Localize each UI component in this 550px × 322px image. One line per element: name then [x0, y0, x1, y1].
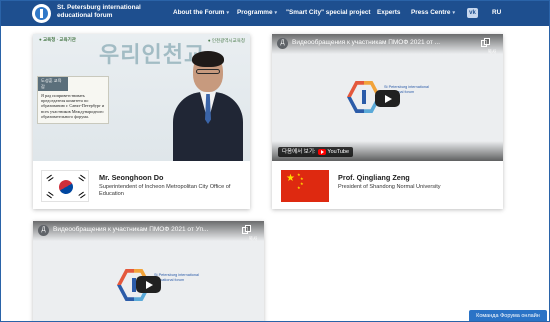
speaker-role: Superintendent of Incheon Metropolitan C… — [99, 184, 231, 198]
youtube-embed[interactable]: Д Видеообращения к участникам ПМОФ 2021 … — [272, 34, 503, 161]
copy-label[interactable]: 복사 — [249, 236, 257, 242]
vk-icon[interactable]: vk — [467, 8, 478, 18]
speaker-card: Д Видеообращения к участникам ПМОФ 2021 … — [33, 221, 264, 321]
speaker-card: ● 교육청 · 교육기관 ● 인천광역시교육청 우리인천교 도성훈 교육감 Я … — [33, 34, 250, 209]
site-header: St. Petersburg international educational… — [1, 1, 549, 26]
page: St. Petersburg international educational… — [0, 0, 550, 322]
china-flag-icon: ★ ★ ★ ★ ★ — [281, 170, 329, 202]
nav-press-centre[interactable]: Press Centre ▾ — [411, 9, 455, 16]
nav-programme[interactable]: Programme ▾ — [237, 9, 277, 16]
copy-label[interactable]: 복사 — [488, 49, 496, 55]
speaker-name: Mr. Seonghoon Do — [99, 173, 164, 182]
language-switch[interactable]: RU — [492, 9, 501, 16]
chevron-down-icon: ▾ — [452, 10, 455, 16]
play-icon[interactable] — [375, 90, 400, 107]
youtube-logo-icon — [318, 148, 327, 155]
speaker-role: President of Shandong Normal University — [338, 184, 441, 190]
chevron-down-icon: ▾ — [226, 10, 229, 16]
speaker-info: ★ ★ ★ ★ ★ Prof. Qingliang Zeng President… — [272, 161, 503, 209]
speaker-info: Mr. Seonghoon Do Superintendent of Inche… — [33, 161, 250, 209]
forum-logo-icon[interactable] — [32, 4, 51, 23]
subtitle-box: 도성훈 교육감 Я рад поприветствовать председат… — [37, 76, 109, 124]
chevron-down-icon: ▾ — [274, 10, 278, 16]
south-korea-flag-icon — [41, 170, 89, 202]
channel-avatar[interactable]: Д — [38, 225, 49, 236]
speaker-figure — [173, 51, 243, 161]
video-title[interactable]: Видеообращения к участникам ПМОФ 2021 от… — [53, 226, 228, 233]
nav-about-the-forum[interactable]: About the Forum ▾ — [173, 9, 229, 16]
speaker-name: Prof. Qingliang Zeng — [338, 173, 410, 182]
site-title[interactable]: St. Petersburg international educational… — [57, 4, 167, 20]
forum-team-online-button[interactable]: Команда Форума онлайн — [469, 310, 547, 321]
watch-on-youtube-button[interactable]: 다음에서 보기: YouTube — [278, 147, 354, 157]
nav-experts[interactable]: Experts — [377, 9, 400, 16]
youtube-embed[interactable]: Д Видеообращения к участникам ПМОФ 2021 … — [33, 221, 264, 321]
copy-link-icon[interactable] — [481, 38, 491, 48]
copy-link-icon[interactable] — [242, 225, 252, 235]
video-title[interactable]: Видеообращения к участникам ПМОФ 2021 от… — [292, 39, 467, 46]
channel-avatar[interactable]: Д — [277, 38, 288, 49]
brand-left: ● 교육청 · 교육기관 — [39, 37, 76, 42]
nav-smart-city[interactable]: "Smart City" special project — [286, 9, 371, 16]
play-icon[interactable] — [136, 276, 161, 293]
brand-right: ● 인천광역시교육청 — [207, 38, 245, 43]
speaker-video[interactable]: ● 교육청 · 교육기관 ● 인천광역시교육청 우리인천교 도성훈 교육감 Я … — [33, 34, 250, 161]
speaker-card: Д Видеообращения к участникам ПМОФ 2021 … — [272, 34, 503, 209]
